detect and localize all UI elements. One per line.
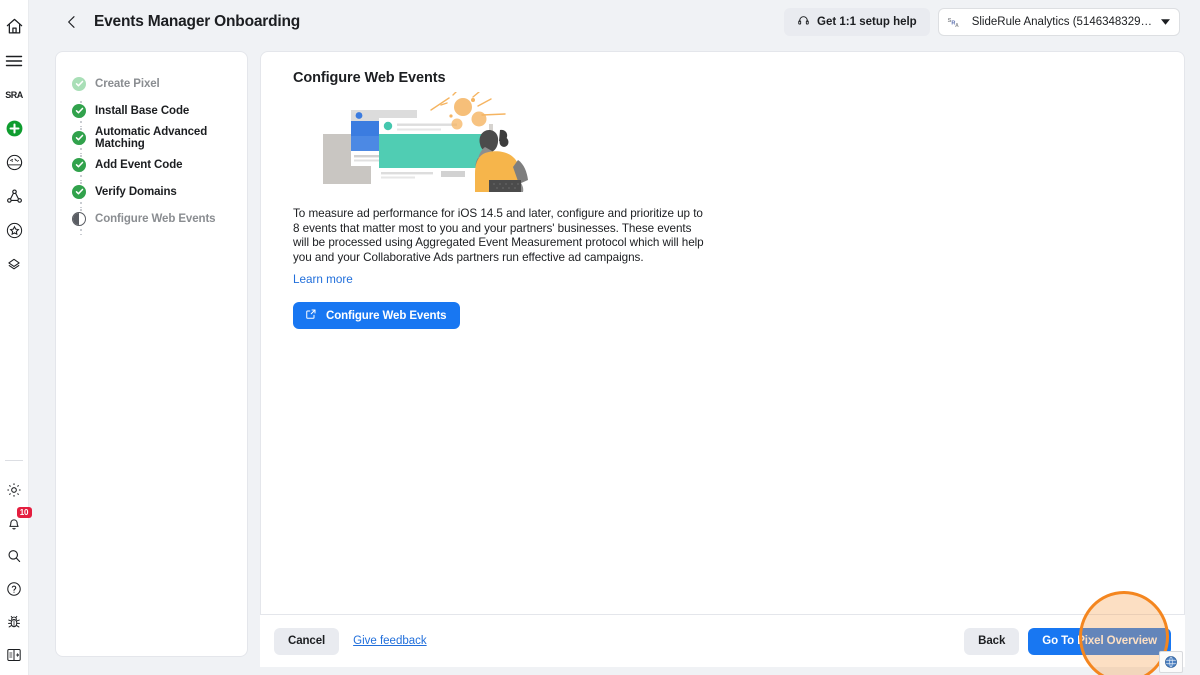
account-initials: SRA (5, 89, 23, 100)
main-body: Configure Web Events To measure ad perfo… (261, 52, 1184, 330)
external-link-icon (305, 308, 317, 323)
app-root: SRA 10 Events Manager Onboarding Get 1:1… (0, 0, 1200, 675)
ads-manager-icon[interactable] (4, 152, 25, 173)
notification-count-badge: 10 (16, 507, 32, 518)
menu-icon[interactable] (4, 50, 25, 71)
step-label: Automatic Advanced Matching (95, 125, 208, 150)
top-bar: Events Manager Onboarding Get 1:1 setup … (29, 0, 1200, 44)
step-label: Install Base Code (95, 104, 190, 117)
step-label: Add Event Code (95, 158, 183, 171)
step-item-add-event-code[interactable]: Add Event Code (56, 151, 247, 178)
top-bar-right-group: Get 1:1 setup help S R A SlideRule Analy… (784, 8, 1190, 36)
account-name-label: SlideRule Analytics (5146348329… (971, 16, 1152, 28)
configure-web-events-button[interactable]: Configure Web Events (293, 302, 461, 330)
search-icon[interactable] (4, 545, 25, 566)
svg-text:A: A (955, 22, 959, 28)
settings-gear-icon[interactable] (4, 479, 25, 500)
cancel-button[interactable]: Cancel (274, 627, 340, 655)
configure-web-events-button-label: Configure Web Events (326, 309, 447, 322)
globe-icon[interactable] (1159, 651, 1183, 673)
section-title: Configure Web Events (293, 70, 446, 86)
step-item-verify-domains[interactable]: Verify Domains (56, 178, 247, 205)
check-circle-icon (72, 103, 86, 118)
get-setup-help-label: Get 1:1 setup help (817, 16, 917, 28)
bottom-strip (29, 667, 1200, 675)
step-item-create-pixel[interactable]: Create Pixel (56, 70, 247, 97)
steps-list: Create Pixel Install Base Code Automatic… (56, 70, 247, 235)
footer-bar: Cancel Give feedback Back Go To Pixel Ov… (260, 614, 1185, 667)
step-label: Verify Domains (95, 185, 177, 198)
brand-safety-icon[interactable] (4, 220, 25, 241)
collapse-panel-icon[interactable] (4, 644, 25, 665)
rail-divider (5, 460, 23, 461)
go-to-pixel-overview-button[interactable]: Go To Pixel Overview (1028, 627, 1171, 655)
account-avatar-icon: S R A (947, 14, 963, 30)
back-button[interactable]: Back (964, 627, 1020, 655)
description-text: To measure ad performance for iOS 14.5 a… (293, 207, 704, 264)
chevron-down-icon[interactable] (1161, 18, 1170, 27)
step-label: Create Pixel (95, 77, 160, 90)
step-item-automatic-advanced-matching[interactable]: Automatic Advanced Matching (56, 124, 247, 151)
check-circle-icon (72, 184, 86, 199)
check-circle-icon (72, 130, 86, 145)
check-circle-icon (72, 157, 86, 172)
learn-more-link[interactable]: Learn more (293, 273, 353, 286)
events-manager-icon[interactable] (4, 254, 25, 275)
account-selector[interactable]: S R A SlideRule Analytics (5146348329… (937, 8, 1180, 36)
check-circle-icon (72, 76, 86, 91)
right-strip (1185, 0, 1200, 675)
headset-icon (797, 14, 810, 30)
bug-report-icon[interactable] (4, 611, 25, 632)
step-item-install-base-code[interactable]: Install Base Code (56, 97, 247, 124)
page-title: Events Manager Onboarding (94, 13, 301, 30)
audiences-icon[interactable] (4, 186, 25, 207)
half-circle-progress-icon (72, 211, 86, 226)
help-circle-icon[interactable] (4, 578, 25, 599)
onboarding-steps-card: Create Pixel Install Base Code Automatic… (55, 51, 248, 657)
back-arrow-icon[interactable] (55, 5, 89, 39)
rail-top-group: SRA (4, 0, 25, 275)
notifications-bell-icon[interactable]: 10 (4, 507, 32, 533)
footer-right-group: Back Go To Pixel Overview (964, 627, 1171, 655)
get-setup-help-button[interactable]: Get 1:1 setup help (784, 8, 930, 36)
step-label: Configure Web Events (95, 212, 216, 225)
give-feedback-link[interactable]: Give feedback (353, 635, 427, 647)
create-icon[interactable] (4, 118, 25, 139)
step-item-configure-web-events[interactable]: Configure Web Events (56, 205, 247, 232)
person-at-desktop-illustration (323, 91, 1152, 197)
main-content-card: Configure Web Events To measure ad perfo… (260, 51, 1185, 657)
left-nav-rail: SRA 10 (0, 0, 32, 675)
rail-bottom-group: 10 (4, 460, 32, 675)
home-icon[interactable] (4, 16, 25, 37)
account-badge-icon[interactable]: SRA (4, 84, 25, 105)
